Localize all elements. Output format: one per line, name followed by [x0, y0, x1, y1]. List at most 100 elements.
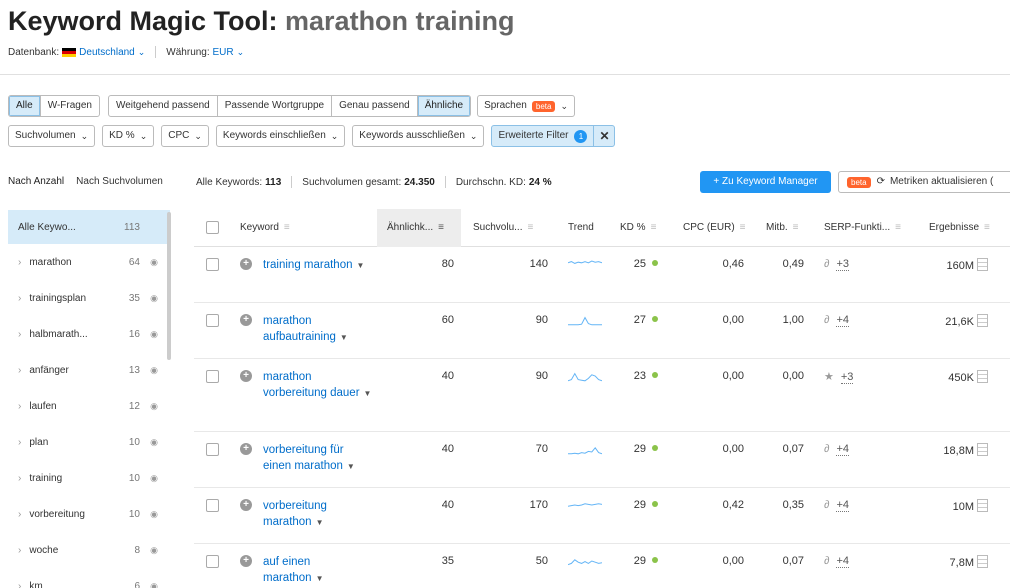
keyword-link[interactable]: marathon vorbereitung dauer ▼ [263, 369, 373, 402]
keyword-link[interactable]: auf einen marathon ▼ [263, 554, 373, 587]
eye-icon[interactable]: ◉ [150, 437, 158, 448]
add-plus-icon[interactable]: + [240, 370, 252, 382]
tab-by-count[interactable]: Nach Anzahl [8, 176, 64, 187]
select-all-checkbox[interactable] [206, 221, 219, 234]
broad-match-button[interactable]: Weitgehend passend [109, 96, 218, 116]
header-results[interactable]: Ergebnisse ≡ [929, 222, 990, 233]
caret-down-icon[interactable]: ▼ [316, 518, 324, 527]
header-similarity[interactable]: Ähnlichk... ≡ [387, 222, 444, 233]
serp-document-icon[interactable] [977, 555, 988, 568]
header-kd[interactable]: KD % ≡ [620, 222, 656, 233]
database-select[interactable]: Deutschland [79, 47, 135, 58]
sidebar-item-group[interactable]: › km 6 ◉ [8, 568, 170, 588]
eye-icon[interactable]: ◉ [150, 581, 158, 588]
eye-icon[interactable]: ◉ [150, 401, 158, 412]
languages-dropdown[interactable]: Sprachen beta ⌄ [477, 95, 575, 117]
caret-down-icon[interactable]: ▼ [340, 333, 348, 342]
row-checkbox[interactable] [206, 314, 219, 327]
keyword-link[interactable]: vorbereitung marathon ▼ [263, 498, 373, 531]
expand-chevron-icon[interactable]: › [18, 329, 21, 340]
row-checkbox[interactable] [206, 555, 219, 568]
sidebar-item-group[interactable]: › trainingsplan 35 ◉ [8, 280, 170, 316]
row-checkbox[interactable] [206, 370, 219, 383]
row-checkbox[interactable] [206, 258, 219, 271]
serp-more-link[interactable]: +3 [836, 258, 849, 271]
filter-questions-button[interactable]: W-Fragen [41, 96, 99, 116]
sidebar-item-group[interactable]: › marathon 64 ◉ [8, 244, 170, 280]
currency-select[interactable]: EUR [212, 47, 233, 58]
sidebar-item-group[interactable]: › halbmarath... 16 ◉ [8, 316, 170, 352]
chevron-down-icon[interactable]: ⌄ [237, 47, 245, 58]
expand-chevron-icon[interactable]: › [18, 401, 21, 412]
advanced-filters-button[interactable]: Erweiterte Filter 1 [492, 126, 595, 146]
sidebar-scrollbar[interactable] [167, 212, 171, 360]
sidebar-item-group[interactable]: › training 10 ◉ [8, 460, 170, 496]
keyword-link[interactable]: vorbereitung für einen marathon ▼ [263, 442, 373, 475]
exclude-keywords-dropdown[interactable]: Keywords ausschließen ⌄ [352, 125, 485, 147]
kd-filter-dropdown[interactable]: KD % ⌄ [102, 125, 155, 147]
eye-icon[interactable]: ◉ [150, 545, 158, 556]
eye-icon[interactable]: ◉ [150, 329, 158, 340]
expand-chevron-icon[interactable]: › [18, 581, 21, 588]
serp-document-icon[interactable] [977, 443, 988, 456]
serp-document-icon[interactable] [977, 314, 988, 327]
row-checkbox[interactable] [206, 499, 219, 512]
eye-icon[interactable]: ◉ [150, 509, 158, 520]
serp-more-link[interactable]: +4 [836, 499, 849, 512]
clear-filters-close-icon[interactable]: ✕ [594, 126, 614, 146]
phrase-match-button[interactable]: Passende Wortgruppe [218, 96, 333, 116]
caret-down-icon[interactable]: ▼ [364, 389, 372, 398]
keyword-link[interactable]: marathon aufbautraining ▼ [263, 313, 373, 346]
eye-icon[interactable]: ◉ [150, 365, 158, 376]
expand-chevron-icon[interactable]: › [18, 257, 21, 268]
sidebar-item-group[interactable]: › laufen 12 ◉ [8, 388, 170, 424]
serp-more-link[interactable]: +4 [836, 314, 849, 327]
serp-more-link[interactable]: +4 [836, 443, 849, 456]
add-plus-icon[interactable]: + [240, 499, 252, 511]
exact-match-button[interactable]: Genau passend [332, 96, 418, 116]
eye-icon[interactable]: ◉ [150, 293, 158, 304]
header-cpc[interactable]: CPC (EUR) ≡ [683, 222, 746, 233]
eye-icon[interactable]: ◉ [150, 473, 158, 484]
row-checkbox[interactable] [206, 443, 219, 456]
related-match-button[interactable]: Ähnliche [417, 96, 471, 116]
header-volume[interactable]: Suchvolu... ≡ [473, 222, 533, 233]
update-metrics-button[interactable]: beta ⟳ Metriken aktualisieren ( [838, 171, 1010, 193]
include-keywords-dropdown[interactable]: Keywords einschließen ⌄ [215, 125, 346, 147]
cpc-filter-dropdown[interactable]: CPC ⌄ [161, 125, 209, 147]
add-plus-icon[interactable]: + [240, 443, 252, 455]
eye-icon[interactable]: ◉ [150, 257, 158, 268]
add-plus-icon[interactable]: + [240, 314, 252, 326]
sidebar-item-group[interactable]: › woche 8 ◉ [8, 532, 170, 568]
add-to-keyword-manager-button[interactable]: + Zu Keyword Manager [700, 171, 831, 193]
expand-chevron-icon[interactable]: › [18, 437, 21, 448]
expand-chevron-icon[interactable]: › [18, 545, 21, 556]
caret-down-icon[interactable]: ▼ [357, 261, 365, 270]
expand-chevron-icon[interactable]: › [18, 293, 21, 304]
sidebar-item-group[interactable]: › plan 10 ◉ [8, 424, 170, 460]
sidebar-item-all-keywords[interactable]: Alle Keywo... 113 [8, 210, 170, 244]
expand-chevron-icon[interactable]: › [18, 509, 21, 520]
table-row: + marathon aufbautraining ▼ 60 90 27 0,00 1,00 ∂… [194, 303, 1010, 359]
serp-more-link[interactable]: +3 [840, 371, 854, 384]
keyword-link[interactable]: training marathon ▼ [263, 257, 373, 274]
header-competition[interactable]: Mitb. ≡ [766, 222, 799, 233]
chevron-down-icon[interactable]: ⌄ [138, 47, 146, 58]
serp-document-icon[interactable] [977, 258, 988, 271]
serp-document-icon[interactable] [977, 499, 988, 512]
sidebar-item-group[interactable]: › anfänger 13 ◉ [8, 352, 170, 388]
header-keyword[interactable]: Keyword ≡ [240, 222, 290, 233]
serp-document-icon[interactable] [977, 370, 988, 383]
header-serp-features[interactable]: SERP-Funkti... ≡ [824, 222, 901, 233]
expand-chevron-icon[interactable]: › [18, 365, 21, 376]
filter-all-button[interactable]: Alle [9, 96, 41, 116]
add-plus-icon[interactable]: + [240, 555, 252, 567]
serp-more-link[interactable]: +4 [836, 555, 849, 568]
caret-down-icon[interactable]: ▼ [316, 574, 324, 583]
add-plus-icon[interactable]: + [240, 258, 252, 270]
expand-chevron-icon[interactable]: › [18, 473, 21, 484]
sidebar-item-group[interactable]: › vorbereitung 10 ◉ [8, 496, 170, 532]
caret-down-icon[interactable]: ▼ [347, 462, 355, 471]
tab-by-volume[interactable]: Nach Suchvolumen [76, 176, 163, 187]
volume-filter-dropdown[interactable]: Suchvolumen ⌄ [8, 125, 96, 147]
